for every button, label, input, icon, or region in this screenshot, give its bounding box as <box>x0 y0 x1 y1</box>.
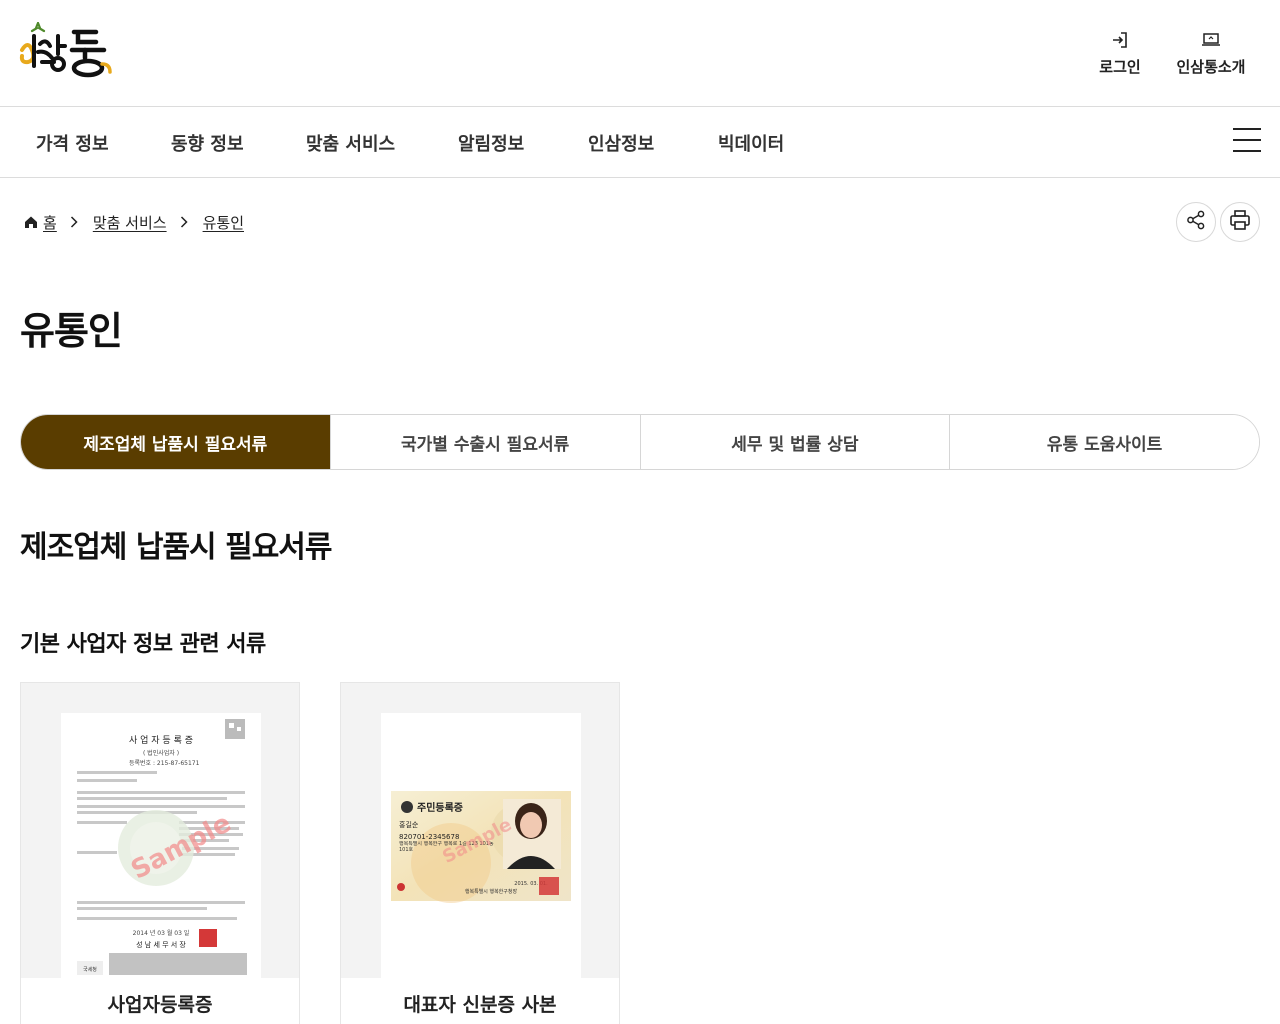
document-card-business-registration[interactable]: 사 업 자 등 록 증 ( 법인사업자 ) 등록번호 : 215-87-6517… <box>20 682 300 1024</box>
hamburger-icon[interactable] <box>1233 128 1261 154</box>
nav-custom-service[interactable]: 맞춤 서비스 <box>306 130 395 156</box>
representative-id-image: 주민등록증 홍길순 820701-2345678 행복특별시 행복한구 행복로 … <box>381 713 581 981</box>
id-name: 홍길순 <box>399 820 419 829</box>
document-card-representative-id[interactable]: 주민등록증 홍길순 820701-2345678 행복특별시 행복한구 행복로 … <box>340 682 620 1024</box>
tab-tax-legal[interactable]: 세무 및 법률 상담 <box>640 415 951 469</box>
print-icon <box>1229 209 1251 235</box>
site-logo[interactable] <box>18 20 114 84</box>
chevron-right-icon <box>180 215 190 229</box>
laptop-icon <box>1201 30 1221 50</box>
nav-notice-info[interactable]: 알림정보 <box>458 130 524 156</box>
breadcrumb-distributor[interactable]: 유통인 <box>203 212 244 233</box>
doc-heading: 사 업 자 등 록 증 <box>129 735 193 746</box>
nav-trend-info[interactable]: 동향 정보 <box>171 130 244 156</box>
intro-link[interactable]: 인삼통소개 <box>1168 30 1254 77</box>
section-title: 제조업체 납품시 필요서류 <box>20 530 332 565</box>
nav-ginseng-info[interactable]: 인삼정보 <box>588 130 654 156</box>
login-label: 로그인 <box>1099 58 1141 76</box>
card-label: 대표자 신분증 사본 <box>341 978 619 1024</box>
id-issuer: 행복특별시 행복한구청장 <box>465 888 518 895</box>
nav-price-info[interactable]: 가격 정보 <box>36 130 109 156</box>
print-button[interactable] <box>1220 202 1260 242</box>
share-icon <box>1186 210 1206 234</box>
breadcrumb: 홈 맞춤 서비스 유통인 <box>24 211 244 233</box>
tab-export-docs[interactable]: 국가별 수출시 필요서류 <box>330 415 641 469</box>
doc-footer-logo: 국세청 <box>83 966 97 973</box>
share-button[interactable] <box>1176 202 1216 242</box>
doc-issuer: 성 남 세 무 서 장 <box>136 940 186 949</box>
breadcrumb-custom-service[interactable]: 맞춤 서비스 <box>93 212 167 233</box>
login-link[interactable]: 로그인 <box>1096 30 1144 77</box>
business-registration-image: 사 업 자 등 록 증 ( 법인사업자 ) 등록번호 : 215-87-6517… <box>61 713 261 981</box>
page-title: 유통인 <box>20 309 123 353</box>
card-label: 사업자등록증 <box>21 978 299 1024</box>
logo-graphic <box>19 20 112 78</box>
section-subtitle: 기본 사업자 정보 관련 서류 <box>20 632 266 657</box>
home-icon[interactable] <box>24 215 38 229</box>
tab-manufacturer-docs[interactable]: 제조업체 납품시 필요서류 <box>21 415 331 469</box>
id-heading: 주민등록증 <box>417 801 463 814</box>
content-tabs: 제조업체 납품시 필요서류 국가별 수출시 필요서류 세무 및 법률 상담 유통… <box>20 414 1260 470</box>
chevron-right-icon <box>70 215 80 229</box>
doc-date: 2014 년 03 월 03 일 <box>133 929 190 937</box>
nav-big-data[interactable]: 빅데이터 <box>718 130 784 156</box>
tab-distribution-sites[interactable]: 유통 도움사이트 <box>950 415 1259 469</box>
doc-reg-no: 등록번호 : 215-87-65171 <box>129 759 200 767</box>
site-header: 로그인 인삼통소개 <box>0 0 1280 107</box>
main-nav: 가격 정보 동향 정보 맞춤 서비스 알림정보 인삼정보 빅데이터 <box>0 107 1280 178</box>
breadcrumb-home[interactable]: 홈 <box>43 212 57 233</box>
intro-label: 인삼통소개 <box>1176 58 1246 76</box>
doc-subheading: ( 법인사업자 ) <box>143 749 179 757</box>
login-icon <box>1110 30 1130 50</box>
id-number: 820701-2345678 <box>399 833 459 841</box>
